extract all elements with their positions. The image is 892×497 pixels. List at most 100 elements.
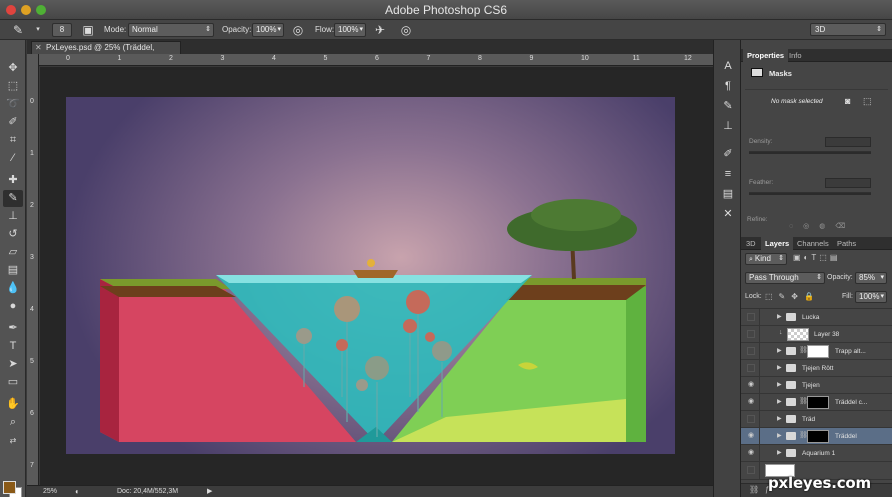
eye-icon[interactable]: ◉ xyxy=(746,432,756,440)
layer-filter-value: Kind xyxy=(754,254,771,263)
expand-group-icon[interactable]: ▶ xyxy=(777,432,782,439)
pressure-opacity-icon[interactable]: ◎ xyxy=(290,22,306,38)
brush-size-picker[interactable]: 8 xyxy=(52,23,72,37)
expand-group-icon[interactable]: ▶ xyxy=(777,449,782,456)
swap-colors-icon[interactable]: ⇄ xyxy=(3,432,23,449)
layer-opacity-input[interactable]: 85% ▾ xyxy=(855,272,887,284)
lasso-tool-icon[interactable]: ➰ xyxy=(3,96,23,113)
quick-selection-tool-icon[interactable]: ✐ xyxy=(3,114,23,131)
expand-group-icon[interactable]: ▶ xyxy=(777,364,782,371)
panel-icon-column: A ¶ ✎ ⊥ ✐ ≡ ▤ ✕ xyxy=(713,40,741,497)
layer-filter-select[interactable]: ⌕ Kind ⇕ xyxy=(745,253,787,265)
feather-input[interactable] xyxy=(825,178,871,188)
properties-footer-icons[interactable]: ◌◎◍⌫ xyxy=(789,222,855,230)
move-tool-icon[interactable]: ✥ xyxy=(3,60,23,77)
document-canvas[interactable] xyxy=(66,97,675,454)
adjustments-panel-icon[interactable]: ≡ xyxy=(719,166,737,182)
density-input[interactable] xyxy=(825,137,871,147)
layer-visibility-toggle[interactable] xyxy=(747,347,755,355)
brush-tool-icon[interactable]: ✎ xyxy=(10,22,26,38)
tab-paths[interactable]: Paths xyxy=(833,237,860,250)
status-arrow-icon[interactable]: ▶ xyxy=(207,486,212,497)
document-tab[interactable]: ✕ PxLeyes.psd @ 25% (Träddel, RGB/8) * xyxy=(31,41,181,64)
layer-filter-icons[interactable]: ▣◐T⬚▤ xyxy=(793,253,840,262)
clipping-arrow-icon: ↓ xyxy=(779,329,783,336)
feather-slider[interactable] xyxy=(749,192,871,195)
underwater-tree xyxy=(425,332,435,342)
type-tool-icon[interactable]: T xyxy=(3,338,23,355)
clone-stamp-tool-icon[interactable]: ⊥ xyxy=(3,208,23,225)
clone-source-panel-icon[interactable]: ⊥ xyxy=(719,118,737,134)
flow-input[interactable]: 100% ▾ xyxy=(334,23,366,37)
tab-layers[interactable]: Layers xyxy=(761,237,794,250)
brush-tool-icon[interactable]: ✎ xyxy=(3,190,23,207)
layer-row[interactable]: ▶ ⛓ Trapp alt... xyxy=(741,343,892,360)
layer-row-selected[interactable]: ◉ ▶ ⛓ Träddel xyxy=(741,428,892,445)
swatches-panel-icon[interactable]: ▤ xyxy=(719,186,737,202)
layer-visibility-toggle[interactable] xyxy=(747,466,755,474)
tab-properties[interactable]: Properties xyxy=(743,49,789,62)
marquee-tool-icon[interactable]: ⬚ xyxy=(3,78,23,95)
expand-group-icon[interactable]: ▶ xyxy=(777,313,782,320)
hand-tool-icon[interactable]: ✋ xyxy=(3,396,23,413)
layer-row[interactable]: ◉ ▶ Aquarium 1 xyxy=(741,445,892,462)
character-panel-icon[interactable]: A xyxy=(719,58,737,74)
brush-panel-icon[interactable]: ✎ xyxy=(719,98,737,114)
blend-mode-select[interactable]: Pass Through ⇕ xyxy=(745,272,825,284)
link-layers-icon[interactable]: ⛓ xyxy=(749,485,759,494)
layer-row[interactable]: ◉ ▶ Tjejen xyxy=(741,377,892,394)
zoom-tool-icon[interactable]: ⌕ xyxy=(3,414,23,431)
expand-group-icon[interactable]: ▶ xyxy=(777,415,782,422)
tab-channels[interactable]: Channels xyxy=(793,237,833,250)
crop-tool-icon[interactable]: ⌗ xyxy=(3,132,23,149)
ruler-tick-label: 0 xyxy=(66,55,70,62)
tab-info[interactable]: Info xyxy=(785,49,806,62)
shape-tool-icon[interactable]: ▭ xyxy=(3,374,23,391)
layer-row[interactable]: ▶ Tjejen Rött xyxy=(741,360,892,377)
fill-input[interactable]: 100% ▾ xyxy=(855,291,887,303)
layer-visibility-toggle[interactable] xyxy=(747,415,755,423)
layer-visibility-toggle[interactable] xyxy=(747,330,755,338)
eye-icon[interactable]: ◉ xyxy=(746,449,756,457)
tool-presets-panel-icon[interactable]: ✐ xyxy=(719,146,737,162)
layer-row[interactable]: ↓ Layer 38 xyxy=(741,326,892,343)
layer-visibility-toggle[interactable] xyxy=(747,313,755,321)
airbrush-icon[interactable]: ✈ xyxy=(372,22,388,38)
expand-group-icon[interactable]: ▶ xyxy=(777,398,782,405)
eye-icon[interactable]: ◉ xyxy=(746,398,756,406)
tab-3d[interactable]: 3D xyxy=(742,237,760,250)
eraser-tool-icon[interactable]: ▱ xyxy=(3,244,23,261)
zoom-level[interactable]: 25% xyxy=(43,486,57,497)
tool-preset-dropdown[interactable]: ▾ xyxy=(30,22,46,38)
lock-icons[interactable]: ⬚✎✥🔒 xyxy=(765,292,820,301)
path-selection-tool-icon[interactable]: ➤ xyxy=(3,356,23,373)
close-tab-icon[interactable]: ✕ xyxy=(35,42,42,54)
add-vector-mask-icon[interactable]: ⬚ xyxy=(863,96,872,107)
layer-row[interactable]: ◉ ▶ ⛓ Träddel c... xyxy=(741,394,892,411)
status-menu-icon[interactable]: ◐ xyxy=(75,486,80,497)
gradient-tool-icon[interactable]: ▤ xyxy=(3,262,23,279)
foreground-color-swatch[interactable] xyxy=(3,481,16,494)
workspace-switcher[interactable]: 3D ⇕ xyxy=(810,23,886,36)
opacity-input[interactable]: 100% ▾ xyxy=(252,23,284,37)
paragraph-panel-icon[interactable]: ¶ xyxy=(719,78,737,94)
eyedropper-tool-icon[interactable]: ⁄ xyxy=(3,150,23,167)
blur-tool-icon[interactable]: 💧 xyxy=(3,280,23,297)
layer-row[interactable]: ▶ Lucka xyxy=(741,309,892,326)
dodge-tool-icon[interactable]: ● xyxy=(3,298,23,315)
eye-icon[interactable]: ◉ xyxy=(746,381,756,389)
expand-group-icon[interactable]: ▶ xyxy=(777,381,782,388)
canvas-workspace[interactable] xyxy=(40,67,713,485)
styles-panel-icon[interactable]: ✕ xyxy=(719,206,737,222)
expand-group-icon[interactable]: ▶ xyxy=(777,347,782,354)
pressure-size-icon[interactable]: ◎ xyxy=(398,22,414,38)
history-brush-tool-icon[interactable]: ↺ xyxy=(3,226,23,243)
layer-visibility-toggle[interactable] xyxy=(747,364,755,372)
mode-select[interactable]: Normal ⇕ xyxy=(128,23,214,37)
density-slider[interactable] xyxy=(749,151,871,154)
healing-brush-tool-icon[interactable]: ✚ xyxy=(3,172,23,189)
pen-tool-icon[interactable]: ✒ xyxy=(3,320,23,337)
brush-panel-icon[interactable]: ▣ xyxy=(80,22,96,38)
layer-row[interactable]: ▶ Träd xyxy=(741,411,892,428)
add-pixel-mask-icon[interactable]: ◙ xyxy=(845,96,850,106)
